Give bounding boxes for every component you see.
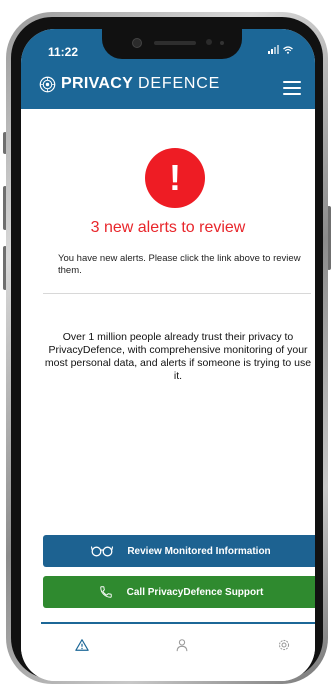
exclamation-icon: ! [145,148,205,208]
alert-description: You have new alerts. Please click the li… [58,253,301,276]
sensor-icon [220,41,224,45]
phone-screen: 11:22 PRIVACY DEFENCE ! 3 new alerts to r… [21,29,315,681]
review-monitored-info-button[interactable]: Review Monitored Information [43,535,315,567]
tab-bar [21,624,315,681]
eye-logo-icon [39,76,56,92]
profile-icon[interactable] [175,638,189,652]
alerts-warning-icon[interactable] [75,638,89,652]
phone-icon [99,586,112,598]
glasses-icon [91,546,114,557]
camera-icon [132,38,142,48]
status-icons [268,45,293,54]
brand-primary-text: PRIVACY [61,75,134,92]
review-button-label: Review Monitored Information [127,545,271,557]
alerts-heading-link[interactable]: 3 new alerts to review [21,219,315,237]
brand-secondary-text: DEFENCE [138,75,221,92]
wifi-icon [283,45,293,54]
speaker-grille [154,41,196,45]
trust-statement: Over 1 million people already trust thei… [44,331,312,382]
signal-icon [268,45,279,54]
divider [43,293,311,294]
call-button-label: Call PrivacyDefence Support [126,586,264,598]
sensor-icon [206,39,212,45]
status-time: 11:22 [48,45,79,59]
call-support-button[interactable]: Call PrivacyDefence Support [43,576,315,608]
settings-gear-icon[interactable] [277,638,291,652]
phone-notch [102,29,242,59]
brand-logo[interactable]: PRIVACY DEFENCE [39,75,220,93]
hamburger-menu-icon[interactable] [283,81,301,95]
